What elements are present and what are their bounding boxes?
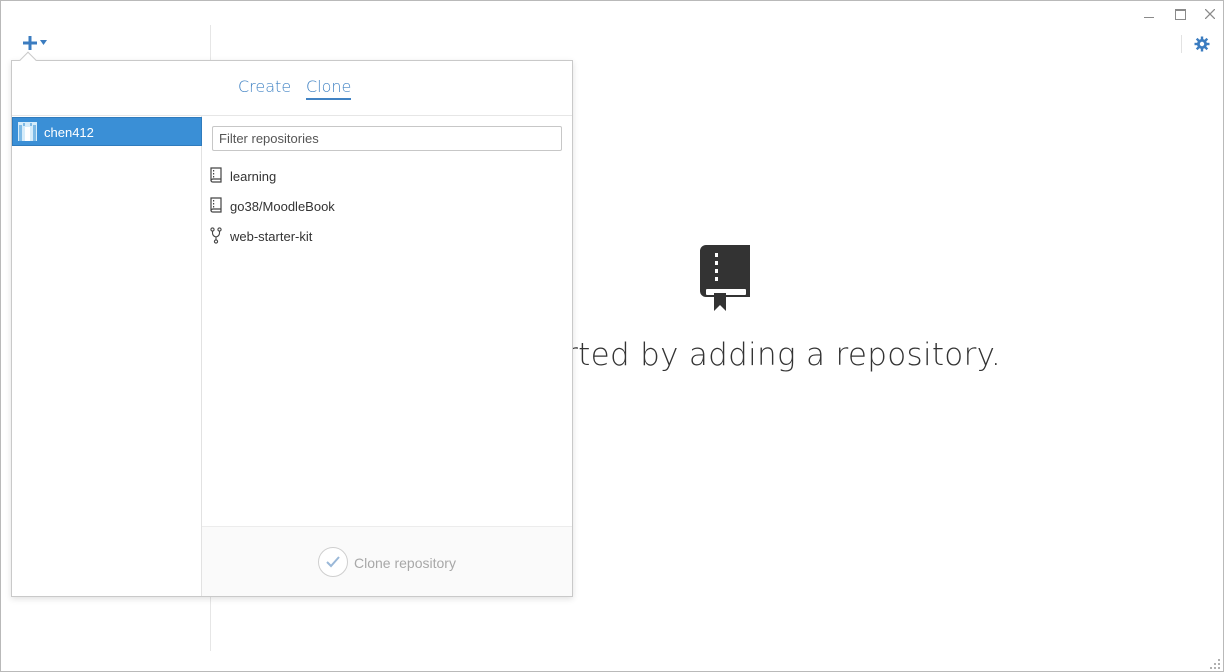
close-icon[interactable]: [1199, 5, 1221, 23]
accounts-list: chen412: [12, 116, 202, 596]
check-icon: [318, 547, 348, 577]
clone-footer: Clone repository: [202, 526, 572, 596]
minimize-icon[interactable]: [1138, 5, 1160, 23]
list-item[interactable]: learning: [208, 164, 568, 194]
tab-clone[interactable]: Clone: [306, 77, 352, 100]
gear-icon[interactable]: [1194, 36, 1212, 54]
popover-tabs: Create Clone: [12, 61, 572, 116]
filter-repositories-input[interactable]: [212, 126, 562, 151]
repo-name: web-starter-kit: [230, 229, 313, 244]
repository-book-icon: [700, 245, 750, 311]
repo-icon: [210, 197, 222, 213]
list-item[interactable]: web-starter-kit: [208, 224, 568, 254]
add-repository-button[interactable]: [21, 34, 51, 54]
repo-name: learning: [230, 169, 277, 184]
repository-list: learning go38/MoodleBook web-starter-kit: [208, 164, 568, 254]
list-item[interactable]: go38/MoodleBook: [208, 194, 568, 224]
fork-icon: [210, 227, 222, 244]
caret-down-icon: [40, 40, 47, 45]
clone-button-label: Clone repository: [354, 555, 456, 571]
toolbar-divider: [1181, 35, 1182, 53]
repo-icon: [210, 167, 222, 183]
resize-grip-icon[interactable]: [1209, 657, 1221, 669]
avatar: [18, 122, 37, 141]
repo-name: go38/MoodleBook: [230, 199, 335, 214]
account-item-chen412[interactable]: chen412: [12, 117, 202, 146]
add-repository-popover: Create Clone chen412 learning: [11, 60, 573, 597]
tab-create[interactable]: Create: [238, 77, 291, 98]
account-name: chen412: [44, 125, 94, 140]
maximize-icon[interactable]: [1169, 5, 1191, 23]
plus-icon: [23, 36, 37, 50]
